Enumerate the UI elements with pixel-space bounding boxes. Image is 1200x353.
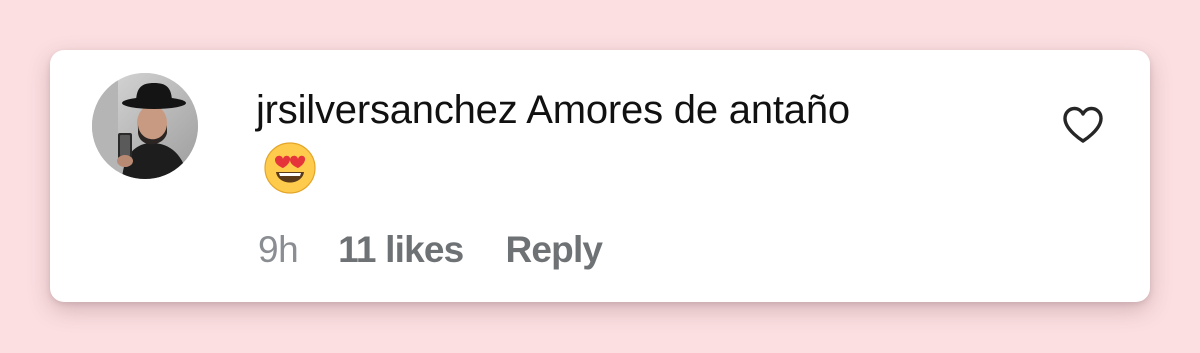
comment-text-line: jrsilversanchez Amores de antaño xyxy=(256,84,850,136)
comment-meta-row: 9h 11 likes Reply xyxy=(258,226,603,274)
avatar-photo xyxy=(92,73,198,179)
reply-button[interactable]: Reply xyxy=(505,226,603,274)
heart-eyes-emoji xyxy=(264,142,316,194)
username-link[interactable]: jrsilversanchez xyxy=(256,88,518,132)
avatar[interactable] xyxy=(92,73,198,179)
heart-outline-icon[interactable] xyxy=(1062,105,1104,145)
likes-count-button[interactable]: 11 likes xyxy=(338,226,464,274)
comment-card: jrsilversanchez Amores de antaño 9h 11 l… xyxy=(50,50,1150,302)
comment-timestamp: 9h xyxy=(258,229,299,270)
comment-body: Amores de antaño xyxy=(526,88,850,132)
